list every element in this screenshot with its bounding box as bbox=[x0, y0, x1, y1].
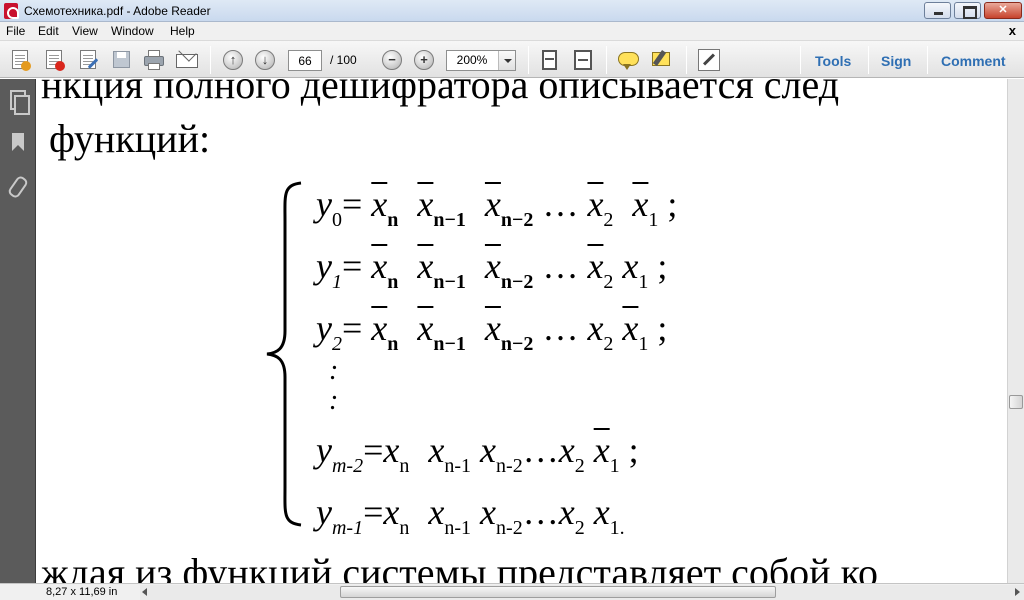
zoom-in-icon[interactable]: + bbox=[414, 50, 434, 70]
adobe-reader-icon bbox=[4, 3, 19, 19]
menu-file[interactable]: File bbox=[6, 24, 25, 38]
toolbar-separator bbox=[606, 46, 607, 74]
zoom-value: 200% bbox=[456, 53, 488, 67]
sticky-note-icon[interactable] bbox=[618, 49, 640, 71]
toolbar-separator bbox=[686, 46, 687, 74]
equation-ym2: ym-2=xn xn-1 xn-2…x2 x1 ; bbox=[316, 430, 639, 477]
save-icon[interactable] bbox=[110, 49, 132, 71]
page-number-input[interactable] bbox=[288, 50, 322, 71]
convert-icon[interactable] bbox=[43, 49, 65, 71]
horizontal-scrollbar[interactable] bbox=[140, 585, 1024, 600]
vertical-ellipsis: : bbox=[329, 355, 339, 386]
vertical-scrollbar[interactable] bbox=[1007, 79, 1024, 583]
page-total: / 100 bbox=[330, 53, 357, 67]
left-brace bbox=[266, 181, 302, 527]
title-bar: Схемотехника.pdf - Adobe Reader ✕ bbox=[0, 0, 1024, 22]
menu-edit[interactable]: Edit bbox=[38, 24, 59, 38]
menu-help[interactable]: Help bbox=[170, 24, 195, 38]
toolbar-separator bbox=[210, 46, 211, 74]
toolbar-separator bbox=[927, 46, 928, 74]
attachments-icon[interactable] bbox=[8, 176, 28, 198]
chevron-down-icon[interactable] bbox=[498, 51, 515, 70]
scrollbar-thumb[interactable] bbox=[1009, 395, 1023, 409]
close-icon: ✕ bbox=[998, 4, 1008, 16]
minimize-button[interactable] bbox=[924, 2, 951, 19]
body-text-line: нкция полного дешифратора описывается сл… bbox=[41, 79, 840, 107]
sign-link[interactable]: Sign bbox=[881, 53, 911, 69]
zoom-select[interactable]: 200% bbox=[446, 50, 516, 71]
close-button[interactable]: ✕ bbox=[984, 2, 1022, 19]
tools-link[interactable]: Tools bbox=[815, 53, 851, 69]
zoom-out-icon[interactable]: − bbox=[382, 50, 402, 70]
close-document-icon[interactable]: x bbox=[1009, 23, 1016, 38]
menu-window[interactable]: Window bbox=[111, 24, 154, 38]
document-view[interactable]: нкция полного дешифратора описывается сл… bbox=[37, 79, 1007, 583]
highlight-icon[interactable] bbox=[651, 49, 673, 71]
print-icon[interactable] bbox=[143, 49, 165, 71]
comment-link[interactable]: Comment bbox=[941, 53, 1006, 69]
vertical-ellipsis: : bbox=[329, 385, 339, 416]
menu-view[interactable]: View bbox=[72, 24, 98, 38]
toolbar-separator bbox=[868, 46, 869, 74]
toolbar-separator bbox=[800, 46, 801, 74]
maximize-button[interactable] bbox=[954, 2, 981, 19]
scroll-right-icon[interactable] bbox=[1015, 588, 1020, 596]
prev-page-icon[interactable]: ↑ bbox=[223, 50, 243, 70]
next-page-icon[interactable]: ↓ bbox=[255, 50, 275, 70]
bookmarks-icon[interactable] bbox=[8, 133, 28, 155]
menu-bar: File Edit View Window Help x bbox=[0, 22, 1024, 41]
read-mode-icon[interactable] bbox=[698, 49, 720, 71]
scroll-left-icon[interactable] bbox=[142, 588, 147, 596]
body-text-line: ждая из функций системы представляет соб… bbox=[41, 550, 878, 583]
toolbar-separator bbox=[528, 46, 529, 74]
edit-icon[interactable] bbox=[77, 49, 99, 71]
fit-page-icon[interactable] bbox=[539, 49, 561, 71]
fit-width-icon[interactable] bbox=[572, 49, 594, 71]
equation-y0: y0= xn xn−1 xn−2 … x2 x1 ; bbox=[316, 184, 678, 231]
equation-y2: y2= xn xn−1 xn−2 … x2 x1 ; bbox=[316, 308, 668, 355]
email-icon[interactable] bbox=[176, 43, 198, 71]
equation-y1: y1= xn xn−1 xn−2 … x2 x1 ; bbox=[316, 246, 668, 293]
equation-ym1: ym-1=xn xn-1 xn-2…x2 x1. bbox=[316, 492, 625, 539]
navigation-pane bbox=[0, 79, 36, 583]
create-pdf-icon[interactable] bbox=[9, 49, 31, 71]
window-title: Схемотехника.pdf - Adobe Reader bbox=[24, 4, 211, 18]
page-size-label: 8,27 x 11,69 in bbox=[46, 586, 118, 598]
body-text-line: функций: bbox=[49, 116, 211, 161]
scrollbar-thumb[interactable] bbox=[340, 586, 776, 598]
pages-icon[interactable] bbox=[8, 90, 30, 115]
